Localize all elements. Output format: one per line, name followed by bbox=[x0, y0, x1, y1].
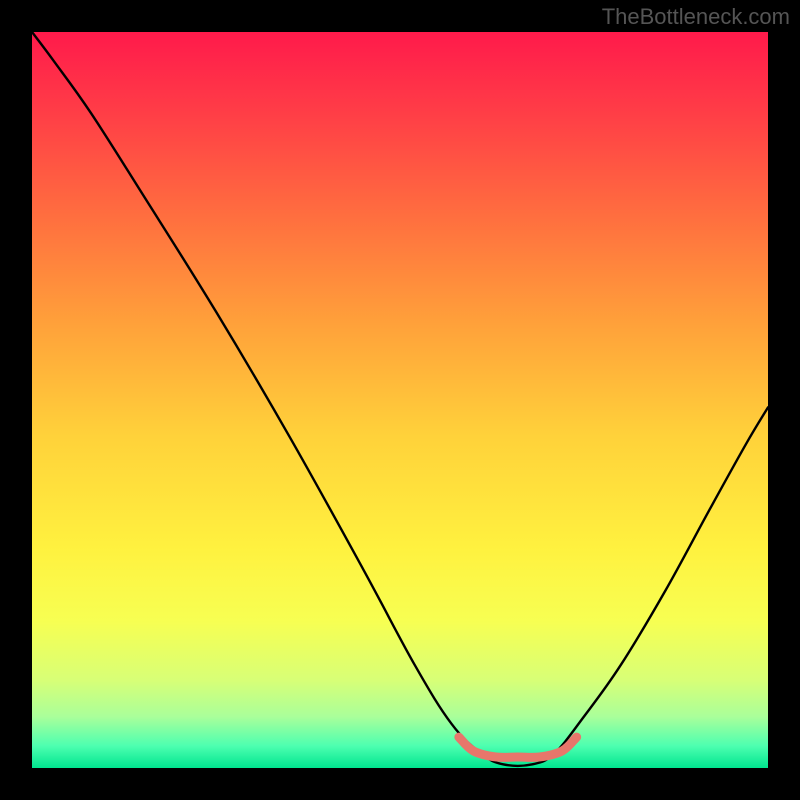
bottleneck-chart bbox=[0, 0, 800, 800]
chart-container: TheBottleneck.com bbox=[0, 0, 800, 800]
watermark: TheBottleneck.com bbox=[602, 4, 790, 30]
plot-background bbox=[32, 32, 768, 768]
